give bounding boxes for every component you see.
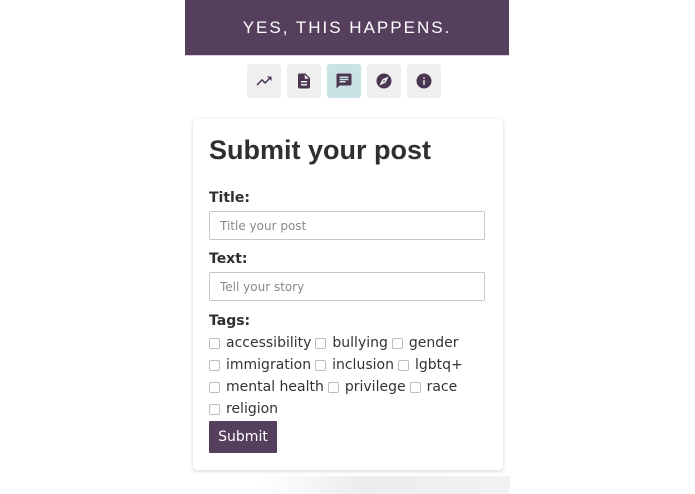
tag-row: religion [209,398,494,420]
tag-row: mental health privilege race [209,376,494,398]
title-label: Title: [209,190,250,206]
trending-up-icon [256,76,272,86]
compass-icon [376,73,392,89]
tag-label: mental health [226,379,324,395]
tag-checkbox[interactable] [397,359,409,371]
submit-post-card: Submit your post Title: Text: Tags: acce… [193,119,503,470]
tag-checkbox[interactable] [391,337,403,349]
document-icon [298,73,310,89]
chat-post-icon [336,73,352,89]
tag-checkbox[interactable] [209,381,220,393]
text-input[interactable] [209,272,485,301]
tag-option-race[interactable]: race [409,379,458,395]
text-label: Text: [209,251,248,267]
tags-list: accessibility bullying gender immigratio… [209,332,494,420]
tag-checkbox[interactable] [315,359,327,371]
tag-checkbox[interactable] [209,403,220,415]
nav-explore-button[interactable] [367,64,401,98]
tag-checkbox[interactable] [327,381,339,393]
submit-button[interactable]: Submit [209,421,277,453]
tag-option-gender[interactable]: gender [391,335,459,351]
tag-option-privilege[interactable]: privilege [327,379,406,395]
tag-label: bullying [332,335,388,351]
tag-label: accessibility [226,335,312,351]
bottom-shadow [260,476,510,494]
tag-label: privilege [344,379,406,395]
info-icon [416,73,432,89]
tag-option-inclusion[interactable]: inclusion [315,357,394,373]
site-header: YES, THIS HAPPENS. [185,0,509,55]
tag-option-bullying[interactable]: bullying [315,335,388,351]
tag-option-religion[interactable]: religion [209,401,278,417]
page-title: Submit your post [209,135,431,165]
tag-option-lgbtq[interactable]: lgbtq+ [397,357,463,373]
nav-info-button[interactable] [407,64,441,98]
tags-label: Tags: [209,313,251,329]
tag-checkbox[interactable] [209,337,220,349]
tag-row: immigration inclusion lgbtq+ [209,354,494,376]
header-divider [185,55,509,56]
site-title: YES, THIS HAPPENS. [242,17,452,37]
tag-option-immigration[interactable]: immigration [209,357,311,373]
nav-trending-button[interactable] [247,64,281,98]
tag-checkbox[interactable] [409,381,421,393]
tag-label: religion [226,401,279,417]
tag-checkbox[interactable] [209,359,220,371]
tag-label: inclusion [332,357,394,373]
tag-label: immigration [226,357,312,373]
tag-row: accessibility bullying gender [209,332,494,354]
tag-label: lgbtq+ [414,357,463,373]
nav-bar [247,64,441,98]
nav-submit-button[interactable] [327,64,361,98]
page: YES, THIS HAPPENS. Submit your post Titl… [0,0,695,494]
tag-label: race [426,379,458,395]
title-input[interactable] [209,211,485,240]
tag-label: gender [408,335,459,351]
tag-option-accessibility[interactable]: accessibility [209,335,311,351]
nav-document-button[interactable] [287,64,321,98]
tag-checkbox[interactable] [315,337,327,349]
tag-option-mental-health[interactable]: mental health [209,379,324,395]
